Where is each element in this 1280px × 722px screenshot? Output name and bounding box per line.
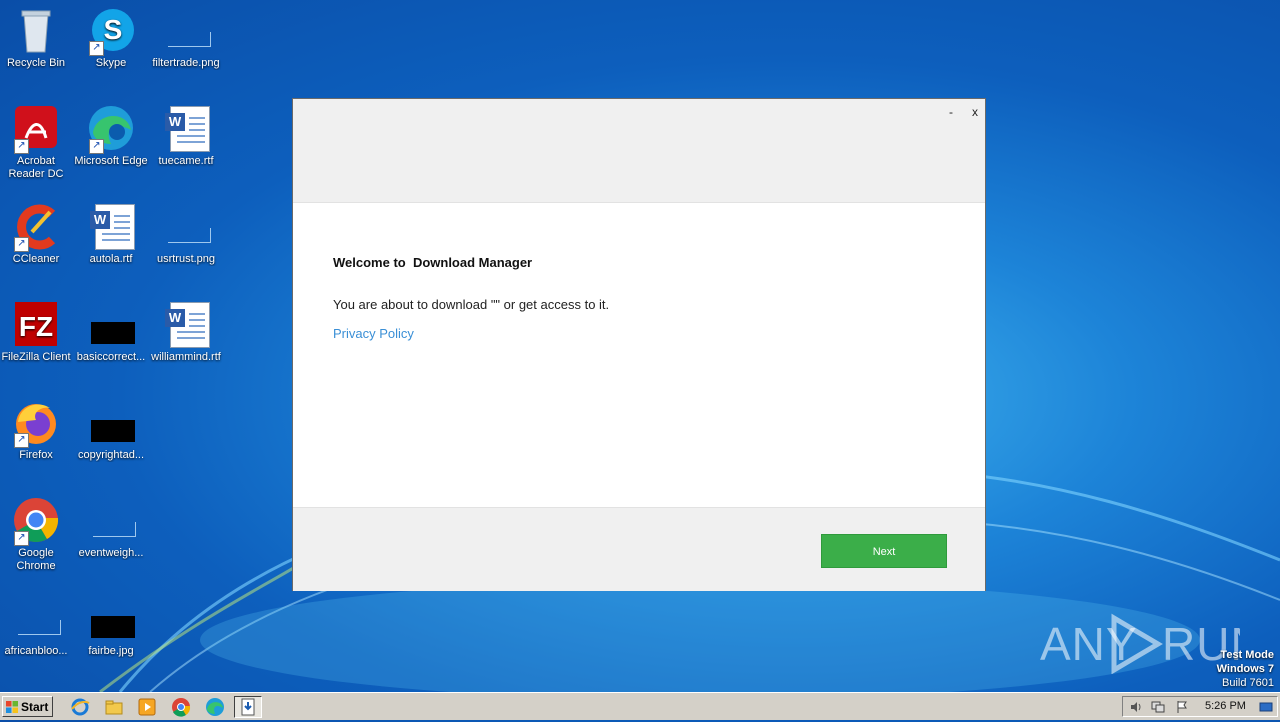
ie-icon[interactable]	[70, 697, 90, 717]
show-desktop-icon[interactable]	[1259, 700, 1273, 714]
download-manager-icon	[241, 698, 255, 716]
shortcut-arrow-icon: ↗	[14, 531, 29, 546]
desktop-icon-filezilla[interactable]: FZ FileZilla Client	[0, 300, 74, 364]
image-file-icon	[87, 300, 135, 348]
ccleaner-icon: ↗	[12, 202, 60, 252]
privacy-policy-link[interactable]: Privacy Policy	[333, 326, 414, 341]
action-center-flag-icon[interactable]	[1175, 700, 1189, 714]
desktop-icon-copyrightad[interactable]: copyrightad...	[73, 398, 149, 462]
shortcut-arrow-icon: ↗	[14, 237, 29, 252]
edge-icon[interactable]	[205, 697, 225, 717]
desktop-icon-skype[interactable]: S ↗ Skype	[73, 6, 149, 70]
desktop-icon-fairbe[interactable]: fairbe.jpg	[73, 594, 149, 658]
desktop-icon-acrobat[interactable]: ↗ Acrobat Reader DC	[0, 104, 74, 181]
anyrun-logo: ANY RUN	[1040, 613, 1264, 675]
skype-icon: S ↗	[87, 6, 135, 56]
build-line: Build 7601	[1222, 677, 1274, 689]
anyrun-watermark: ANY RUN	[1040, 612, 1264, 685]
word-document-icon: W	[162, 104, 210, 152]
acrobat-icon: ↗	[12, 104, 60, 154]
desktop-icon-africanbloo[interactable]: africanbloo...	[0, 594, 74, 658]
desktop-icon-usrtrust[interactable]: usrtrust.png	[148, 202, 224, 266]
recycle-bin-icon	[12, 6, 60, 54]
image-file-icon	[87, 594, 135, 642]
system-tray: 5:26 PM	[1122, 696, 1278, 717]
word-document-icon: W	[87, 202, 135, 250]
windows-flag-icon	[6, 701, 18, 713]
start-button[interactable]: Start	[2, 696, 53, 717]
dialog-header: - x	[293, 99, 985, 203]
image-file-icon	[87, 496, 136, 544]
image-file-icon	[12, 594, 61, 642]
start-label: Start	[21, 700, 49, 714]
media-player-icon[interactable]	[137, 697, 157, 717]
chrome-icon: ↗	[12, 496, 60, 546]
shortcut-arrow-icon: ↗	[89, 139, 104, 154]
desktop-icon-autola[interactable]: W autola.rtf	[73, 202, 149, 266]
shortcut-arrow-icon: ↗	[14, 433, 29, 448]
svg-text:FZ: FZ	[19, 311, 53, 342]
image-file-icon	[162, 6, 211, 54]
taskbar-download-manager[interactable]	[234, 696, 262, 718]
image-file-icon	[87, 398, 135, 446]
test-mode-line: Test Mode	[1220, 649, 1274, 661]
desktop-icon-filtertrade[interactable]: filtertrade.png	[148, 6, 224, 70]
dialog-message: You are about to download "" or get acce…	[333, 297, 610, 312]
svg-text:S: S	[104, 14, 123, 45]
next-button[interactable]: Next	[821, 534, 947, 568]
edge-icon: ↗	[87, 104, 135, 154]
image-file-icon	[162, 202, 211, 250]
desktop-icon-chrome[interactable]: ↗ Google Chrome	[0, 496, 74, 573]
explorer-icon[interactable]	[104, 697, 124, 717]
desktop-icon-firefox[interactable]: ↗ Firefox	[0, 398, 74, 462]
taskbar: Start 5:26 PM	[0, 692, 1280, 720]
close-button[interactable]: x	[965, 103, 985, 121]
clock[interactable]: 5:26 PM	[1205, 700, 1246, 712]
desktop-icon-edge[interactable]: ↗ Microsoft Edge	[73, 104, 149, 168]
windows-version-line: Windows 7	[1216, 663, 1274, 675]
desktop-icon-eventweigh[interactable]: eventweigh...	[73, 496, 149, 560]
network-icon[interactable]	[1151, 700, 1165, 714]
word-document-icon: W	[162, 300, 210, 348]
shortcut-arrow-icon: ↗	[89, 41, 104, 56]
test-mode-notice: Test Mode Windows 7 Build 7601	[1217, 648, 1274, 690]
dialog-footer: Next	[293, 507, 985, 591]
desktop-icon-recycle-bin[interactable]: Recycle Bin	[0, 6, 74, 70]
filezilla-icon: FZ	[12, 300, 60, 348]
chrome-icon[interactable]	[171, 697, 191, 717]
minimize-button[interactable]: -	[941, 103, 961, 121]
shortcut-arrow-icon: ↗	[14, 139, 29, 154]
volume-icon[interactable]	[1129, 700, 1143, 714]
desktop-icon-tuecame[interactable]: W tuecame.rtf	[148, 104, 224, 168]
firefox-icon: ↗	[12, 398, 60, 448]
desktop-icon-williammind[interactable]: W williammind.rtf	[148, 300, 224, 364]
dialog-title: Welcome to Download Manager	[333, 255, 533, 270]
desktop-icon-ccleaner[interactable]: ↗ CCleaner	[0, 202, 74, 266]
download-manager-dialog: - x Welcome to Download Manager You are …	[292, 98, 986, 591]
desktop-icon-basiccorrect[interactable]: basiccorrect...	[73, 300, 149, 364]
